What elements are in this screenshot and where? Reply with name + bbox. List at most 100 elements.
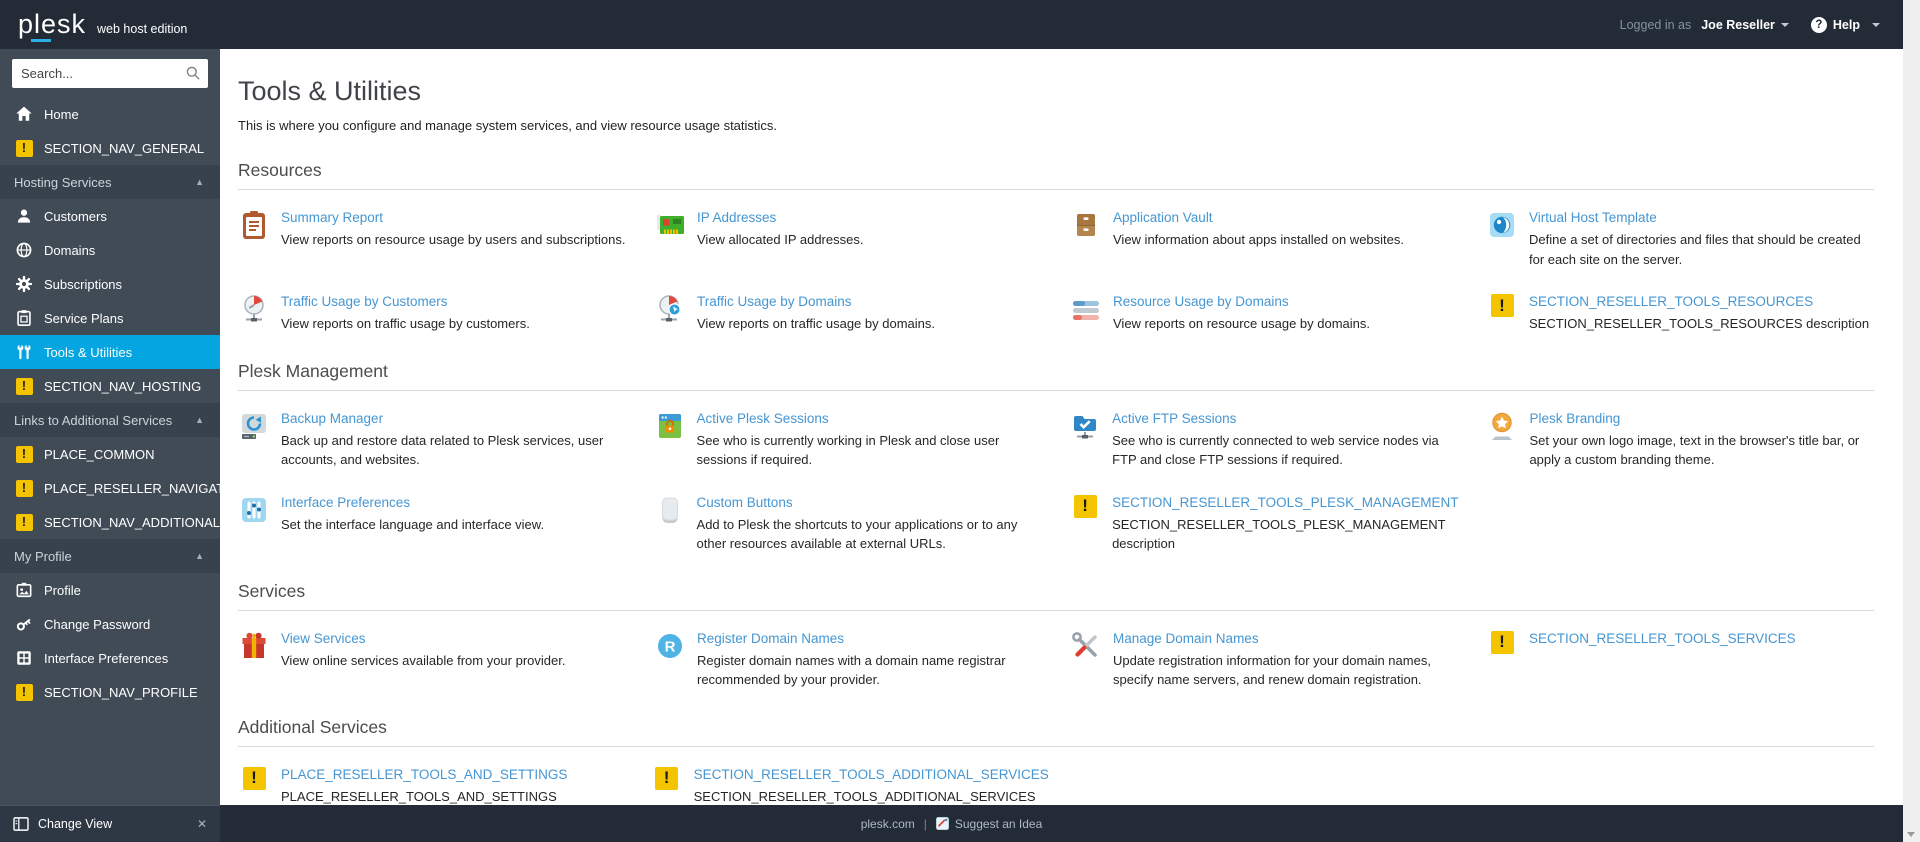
sidebar-group-label: Hosting Services (14, 174, 112, 190)
tool-description: Update registration information for your… (1113, 652, 1431, 688)
sidebar-item-label: Domains (44, 242, 96, 258)
search-box (12, 59, 208, 88)
section-title-plesk-management: Plesk Management (238, 361, 1874, 391)
sidebar-item-home[interactable]: Home (0, 97, 220, 131)
tool-link-virtual-host-template[interactable]: Virtual Host Template (1529, 210, 1657, 225)
sidebar-item-customers[interactable]: Customers (0, 199, 220, 233)
tool-link-register-domain-names[interactable]: Register Domain Names (697, 631, 844, 646)
tool-link-backup-manager[interactable]: Backup Manager (281, 411, 383, 426)
main-area: Home! SECTION_NAV_GENERAL Hosting Services… (0, 49, 1920, 805)
tool-description: SECTION_RESELLER_TOOLS_PLESK_MANAGEMENT … (1112, 516, 1446, 552)
sidebar-group-hosting-services[interactable]: Hosting Services ▲ (0, 165, 220, 199)
tool-link-summary-report[interactable]: Summary Report (281, 210, 383, 225)
suggest-an-idea-link[interactable]: Suggest an Idea (935, 816, 1043, 831)
subscriptions-icon (14, 274, 34, 294)
svg-text:R: R (665, 638, 676, 655)
sidebar-item-profile[interactable]: Profile (0, 573, 220, 607)
traffic-usage-customers-icon (238, 293, 270, 325)
tool-link-manage-domain-names[interactable]: Manage Domain Names (1113, 631, 1259, 646)
tool-link-custom-buttons[interactable]: Custom Buttons (697, 495, 793, 510)
tool-text: Summary Report View reports on resource u… (281, 209, 625, 250)
tool-text: Virtual Host Template Define a set of dir… (1529, 209, 1874, 269)
plesk-com-link[interactable]: plesk.com (861, 817, 915, 831)
plesk-app: plesk web host edition Logged in as Joe … (0, 0, 1920, 842)
tool-link-traffic-usage-by-customers[interactable]: Traffic Usage by Customers (281, 294, 448, 309)
sidebar-item-interface-preferences[interactable]: Interface Preferences (0, 641, 220, 675)
tool-text: Plesk Branding Set your own logo image, t… (1529, 410, 1874, 470)
tool-link-view-services[interactable]: View Services (281, 631, 366, 646)
search-input[interactable] (12, 59, 208, 88)
collapse-arrow-icon: ▲ (195, 177, 204, 187)
page-title: Tools & Utilities (238, 76, 422, 106)
tool-text: Active Plesk Sessions See who is currentl… (697, 410, 1042, 470)
sidebar-item-label: Change Password (44, 616, 151, 632)
sidebar-item-label: Subscriptions (44, 276, 123, 292)
tool-link-section-reseller-tools-services[interactable]: SECTION_RESELLER_TOOLS_SERVICES (1529, 631, 1796, 646)
tool-link-section-reseller-tools-additional-services[interactable]: SECTION_RESELLER_TOOLS_ADDITIONAL_SERVIC… (694, 767, 1049, 782)
tool-link-traffic-usage-by-domains[interactable]: Traffic Usage by Domains (697, 294, 852, 309)
section-grid-resources: Summary Report View reports on resource u… (238, 209, 1874, 334)
edition-label: web host edition (97, 22, 188, 36)
tool-link-plesk-branding[interactable]: Plesk Branding (1529, 411, 1620, 426)
register-domain-names-icon: R (654, 630, 686, 662)
section-grid-plesk-management: Backup Manager Back up and restore data r… (238, 410, 1874, 554)
warning-icon: ! (14, 512, 34, 532)
sidebar-group-my-profile[interactable]: My Profile ▲ (0, 539, 220, 573)
tool-item-manage-domain-names: Manage Domain Names Update registration i… (1070, 630, 1458, 690)
tool-item-active-ftp-sessions: Active FTP Sessions See who is currently … (1069, 410, 1458, 470)
summary-report-icon (238, 209, 270, 241)
tool-item-active-plesk-sessions: Active Plesk Sessions See who is currentl… (654, 410, 1042, 470)
sidebar-item-subscriptions[interactable]: Subscriptions (0, 267, 220, 301)
sidebar-item-domains[interactable]: Domains (0, 233, 220, 267)
sidebar-item-label: PLACE_RESELLER_NAVIGATION (44, 480, 220, 496)
tool-link-resource-usage-by-domains[interactable]: Resource Usage by Domains (1113, 294, 1289, 309)
tool-link-place-reseller-tools-and-settings[interactable]: PLACE_RESELLER_TOOLS_AND_SETTINGS (281, 767, 567, 782)
tool-description: SECTION_RESELLER_TOOLS_RESOURCES descrip… (1529, 316, 1870, 331)
warning-icon: ! (1486, 630, 1518, 662)
tool-text: Application Vault View information about … (1113, 209, 1404, 250)
user-name: Joe Reseller (1701, 17, 1775, 32)
interface-preferences-icon (238, 494, 270, 526)
tool-text: SECTION_RESELLER_TOOLS_RESOURCES SECTION_… (1529, 293, 1869, 334)
tool-link-section-reseller-tools-plesk-management[interactable]: SECTION_RESELLER_TOOLS_PLESK_MANAGEMENT (1112, 495, 1458, 510)
tool-description: PLACE_RESELLER_TOOLS_AND_SETTINGS descri… (281, 788, 557, 804)
sidebar-item-section-nav-general[interactable]: ! SECTION_NAV_GENERAL (0, 131, 220, 165)
tool-text: Custom Buttons Add to Plesk the shortcuts… (697, 494, 1042, 554)
sidebar-item-section-nav-profile[interactable]: ! SECTION_NAV_PROFILE (0, 675, 220, 709)
search-icon[interactable] (185, 65, 201, 81)
tool-link-active-plesk-sessions[interactable]: Active Plesk Sessions (697, 411, 829, 426)
sidebar-item-section-nav-hosting[interactable]: ! SECTION_NAV_HOSTING (0, 369, 220, 403)
home-icon (14, 104, 34, 124)
top-bar: plesk web host edition Logged in as Joe … (0, 0, 1920, 49)
tools-icon (14, 342, 34, 362)
plesk-logo[interactable]: plesk web host edition (18, 11, 188, 42)
manage-domain-names-icon (1070, 630, 1102, 662)
tool-link-interface-preferences[interactable]: Interface Preferences (281, 495, 410, 510)
sidebar-item-label: SECTION_NAV_ADDITIONAL (44, 514, 220, 530)
tool-link-section-reseller-tools-resources[interactable]: SECTION_RESELLER_TOOLS_RESOURCES (1529, 294, 1813, 309)
tool-link-application-vault[interactable]: Application Vault (1113, 210, 1213, 225)
help-dropdown[interactable]: ? Help (1810, 16, 1880, 33)
sidebar-item-label: Interface Preferences (44, 650, 169, 666)
sidebar-item-section-nav-additional[interactable]: ! SECTION_NAV_ADDITIONAL (0, 505, 220, 539)
tool-link-ip-addresses[interactable]: IP Addresses (697, 210, 776, 225)
tool-link-active-ftp-sessions[interactable]: Active FTP Sessions (1112, 411, 1236, 426)
tool-description: Back up and restore data related to Ples… (281, 432, 604, 468)
tool-item-resource-usage-by-domains: Resource Usage by Domains View reports on… (1070, 293, 1458, 334)
tool-text: Register Domain Names Register domain nam… (697, 630, 1042, 690)
sidebar-item-service-plans[interactable]: Service Plans (0, 301, 220, 335)
sidebar-group-links-to-additional-services[interactable]: Links to Additional Services ▲ (0, 403, 220, 437)
sidebar-item-change-password[interactable]: Change Password (0, 607, 220, 641)
user-dropdown[interactable]: Joe Reseller (1701, 18, 1789, 32)
sidebar-item-tools-utilities[interactable]: Tools & Utilities (0, 335, 220, 369)
sidebar-group-label: My Profile (14, 548, 72, 564)
active-ftp-sessions-icon (1069, 410, 1101, 442)
tool-description: View allocated IP addresses. (697, 232, 864, 247)
vertical-scrollbar[interactable] (1903, 0, 1920, 842)
suggest-an-idea-label: Suggest an Idea (954, 816, 1043, 831)
tool-description: View online services available from your… (281, 652, 566, 668)
section-title-services: Services (238, 581, 1874, 611)
tool-item-register-domain-names: R Register Domain Names Register domain na… (654, 630, 1042, 690)
sidebar-item-place-reseller-navigation[interactable]: ! PLACE_RESELLER_NAVIGATION (0, 471, 220, 505)
sidebar-item-place-common[interactable]: ! PLACE_COMMON (0, 437, 220, 471)
